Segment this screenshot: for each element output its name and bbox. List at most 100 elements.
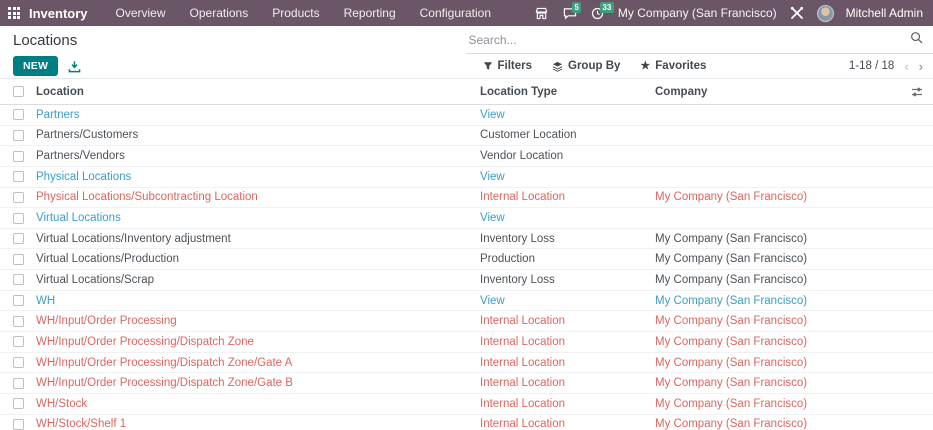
pager-previous-chevron[interactable]: ‹ xyxy=(904,59,908,74)
cell-location[interactable]: Virtual Locations/Production xyxy=(36,253,480,265)
user-name[interactable]: Mitchell Admin xyxy=(846,6,923,20)
cell-location-type[interactable]: Production xyxy=(480,253,655,265)
cell-location-type[interactable]: Internal Location xyxy=(480,336,655,348)
cell-location-type[interactable]: View xyxy=(480,109,655,121)
cell-location[interactable]: Partners/Vendors xyxy=(36,150,480,162)
row-checkbox[interactable] xyxy=(13,151,24,162)
cell-location[interactable]: Partners/Customers xyxy=(36,129,480,141)
table-row[interactable]: Virtual Locations/Production Production … xyxy=(0,249,933,270)
cell-company[interactable]: My Company (San Francisco) xyxy=(655,336,905,348)
table-row[interactable]: WH/Input/Order Processing/Dispatch Zone … xyxy=(0,332,933,353)
messages-icon[interactable]: 5 xyxy=(562,5,578,21)
cell-location[interactable]: WH/Input/Order Processing/Dispatch Zone xyxy=(36,336,480,348)
table-row[interactable]: Virtual Locations View xyxy=(0,208,933,229)
favorites-button[interactable]: ★ Favorites xyxy=(640,60,706,72)
table-row[interactable]: WH/Input/Order Processing/Dispatch Zone/… xyxy=(0,353,933,374)
filters-button[interactable]: Filters xyxy=(483,60,533,72)
user-avatar[interactable] xyxy=(817,5,834,22)
column-header-location-type[interactable]: Location Type xyxy=(480,86,655,98)
cell-company[interactable]: My Company (San Francisco) xyxy=(655,315,905,327)
cell-location[interactable]: Physical Locations xyxy=(36,171,480,183)
table-row[interactable]: Physical Locations View xyxy=(0,167,933,188)
cell-location-type[interactable]: Internal Location xyxy=(480,418,655,430)
tools-icon[interactable] xyxy=(789,5,805,21)
optional-columns-sliders-icon[interactable] xyxy=(905,86,933,98)
cell-company[interactable]: My Company (San Francisco) xyxy=(655,398,905,410)
cell-location[interactable]: Physical Locations/Subcontracting Locati… xyxy=(36,191,480,203)
cell-location-type[interactable]: Customer Location xyxy=(480,129,655,141)
group-by-button[interactable]: Group By xyxy=(552,60,620,72)
row-checkbox[interactable] xyxy=(13,192,24,203)
table-row[interactable]: WH/Input/Order Processing Internal Locat… xyxy=(0,311,933,332)
magnifier-icon[interactable] xyxy=(910,31,923,49)
row-checkbox[interactable] xyxy=(13,233,24,244)
apps-grid-icon[interactable] xyxy=(8,7,20,19)
table-row[interactable]: Partners/Vendors Vendor Location xyxy=(0,146,933,167)
shop-icon[interactable] xyxy=(534,5,550,21)
cell-company[interactable]: My Company (San Francisco) xyxy=(655,295,905,307)
cell-location[interactable]: WH/Stock/Shelf 1 xyxy=(36,418,480,430)
cell-company[interactable]: My Company (San Francisco) xyxy=(655,274,905,286)
menu-products[interactable]: Products xyxy=(262,0,329,26)
cell-location[interactable]: WH xyxy=(36,295,480,307)
table-row[interactable]: WH/Stock Internal Location My Company (S… xyxy=(0,394,933,415)
cell-company[interactable]: My Company (San Francisco) xyxy=(655,233,905,245)
cell-company[interactable]: My Company (San Francisco) xyxy=(655,377,905,389)
column-header-company[interactable]: Company xyxy=(655,86,905,98)
cell-location-type[interactable]: Internal Location xyxy=(480,377,655,389)
cell-location-type[interactable]: View xyxy=(480,212,655,224)
table-row[interactable]: Partners/Customers Customer Location xyxy=(0,126,933,147)
row-checkbox[interactable] xyxy=(13,419,24,430)
cell-company[interactable]: My Company (San Francisco) xyxy=(655,191,905,203)
menu-overview[interactable]: Overview xyxy=(106,0,176,26)
row-checkbox[interactable] xyxy=(13,109,24,120)
row-checkbox[interactable] xyxy=(13,398,24,409)
cell-location-type[interactable]: View xyxy=(480,171,655,183)
menu-operations[interactable]: Operations xyxy=(180,0,259,26)
cell-location-type[interactable]: Internal Location xyxy=(480,191,655,203)
row-checkbox[interactable] xyxy=(13,357,24,368)
search-input[interactable] xyxy=(469,33,911,47)
cell-location-type[interactable]: Internal Location xyxy=(480,315,655,327)
menu-configuration[interactable]: Configuration xyxy=(410,0,501,26)
cell-location[interactable]: Virtual Locations xyxy=(36,212,480,224)
row-checkbox[interactable] xyxy=(13,316,24,327)
row-checkbox[interactable] xyxy=(13,130,24,141)
column-header-location[interactable]: Location xyxy=(36,86,480,98)
table-row[interactable]: Virtual Locations/Inventory adjustment I… xyxy=(0,229,933,250)
cell-location-type[interactable]: Inventory Loss xyxy=(480,274,655,286)
cell-location[interactable]: WH/Stock xyxy=(36,398,480,410)
cell-location-type[interactable]: Internal Location xyxy=(480,357,655,369)
cell-location-type[interactable]: Internal Location xyxy=(480,398,655,410)
table-row[interactable]: WH View My Company (San Francisco) xyxy=(0,291,933,312)
cell-company[interactable]: My Company (San Francisco) xyxy=(655,357,905,369)
import-records-icon[interactable] xyxy=(68,60,81,73)
cell-company[interactable]: My Company (San Francisco) xyxy=(655,418,905,430)
cell-location[interactable]: WH/Input/Order Processing/Dispatch Zone/… xyxy=(36,357,480,369)
row-checkbox[interactable] xyxy=(13,274,24,285)
activities-clock-icon[interactable]: 33 xyxy=(590,5,606,21)
app-name[interactable]: Inventory xyxy=(29,6,88,21)
row-checkbox[interactable] xyxy=(13,171,24,182)
menu-reporting[interactable]: Reporting xyxy=(334,0,406,26)
cell-location[interactable]: Partners xyxy=(36,109,480,121)
cell-location-type[interactable]: View xyxy=(480,295,655,307)
row-checkbox[interactable] xyxy=(13,254,24,265)
cell-location[interactable]: Virtual Locations/Scrap xyxy=(36,274,480,286)
select-all-checkbox[interactable] xyxy=(13,86,24,97)
cell-company[interactable]: My Company (San Francisco) xyxy=(655,253,905,265)
table-row[interactable]: WH/Stock/Shelf 1 Internal Location My Co… xyxy=(0,415,933,430)
row-checkbox[interactable] xyxy=(13,213,24,224)
cell-location[interactable]: WH/Input/Order Processing/Dispatch Zone/… xyxy=(36,377,480,389)
pager-next-chevron[interactable]: › xyxy=(919,59,923,74)
row-checkbox[interactable] xyxy=(13,295,24,306)
cell-location-type[interactable]: Vendor Location xyxy=(480,150,655,162)
row-checkbox[interactable] xyxy=(13,336,24,347)
cell-location-type[interactable]: Inventory Loss xyxy=(480,233,655,245)
table-row[interactable]: Virtual Locations/Scrap Inventory Loss M… xyxy=(0,270,933,291)
new-button[interactable]: NEW xyxy=(13,56,58,76)
table-row[interactable]: Partners View xyxy=(0,105,933,126)
table-row[interactable]: WH/Input/Order Processing/Dispatch Zone/… xyxy=(0,373,933,394)
cell-location[interactable]: WH/Input/Order Processing xyxy=(36,315,480,327)
company-switcher[interactable]: My Company (San Francisco) xyxy=(618,6,777,20)
